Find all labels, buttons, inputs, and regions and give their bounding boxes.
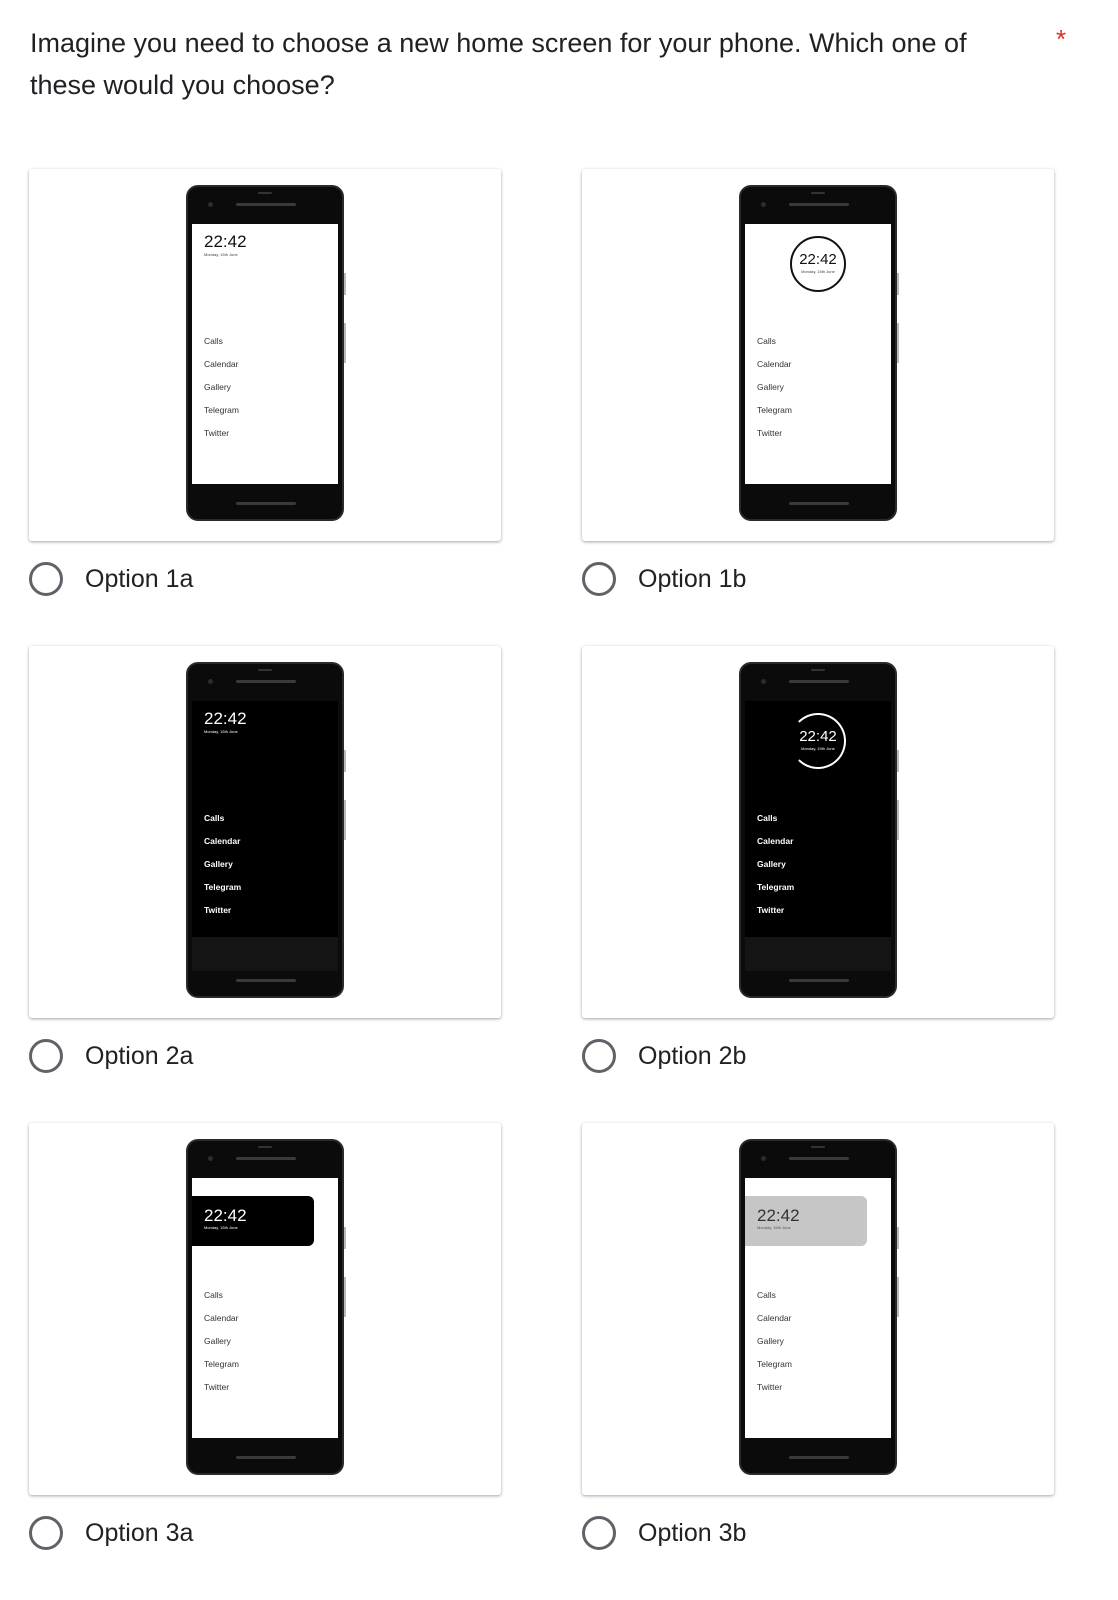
app-item: Gallery (757, 382, 784, 392)
app-item: Telegram (757, 882, 795, 892)
app-list: Calls Calendar Gallery Telegram Twitter (757, 330, 792, 445)
camera-icon (761, 679, 766, 684)
camera-icon (208, 202, 213, 207)
clock-time: 22:42 (204, 709, 247, 728)
option-2b-image-card[interactable]: 22:42 Monday, 15th June Calls Calendar G… (582, 646, 1054, 1018)
app-list: Calls Calendar Gallery Telegram Twitter (204, 1284, 239, 1399)
app-item: Calendar (204, 836, 241, 846)
radio-button[interactable] (582, 1039, 616, 1073)
option-label[interactable]: Option 1b (638, 564, 746, 594)
phone-mockup: 22:42 Monday, 15th June Calls Calendar G… (186, 185, 346, 521)
app-item: Twitter (204, 428, 230, 438)
option-label[interactable]: Option 2a (85, 1041, 193, 1071)
camera-icon (761, 1156, 766, 1161)
phone-screen: 22:42 Monday, 15th June Calls Calendar G… (745, 701, 891, 971)
phone-mockup: 22:42 Monday, 15th June Calls Calendar G… (739, 1139, 899, 1475)
app-item: Calendar (757, 1313, 792, 1323)
clock-time: 22:42 (799, 251, 837, 268)
app-item: Twitter (757, 905, 785, 915)
radio-button[interactable] (29, 1039, 63, 1073)
app-item: Gallery (204, 382, 231, 392)
app-item: Telegram (204, 405, 239, 415)
app-list: Calls Calendar Gallery Telegram Twitter (757, 807, 794, 922)
app-item: Calls (204, 336, 223, 346)
app-item: Calls (204, 1290, 223, 1300)
clock-date: Monday, 15th June (204, 252, 238, 257)
phone-screen: 22:42 Monday, 15th June Calls Calendar G… (192, 701, 338, 971)
option-label[interactable]: Option 1a (85, 564, 193, 594)
radio-button[interactable] (29, 562, 63, 596)
camera-icon (761, 202, 766, 207)
phone-screen: 22:42 Monday, 15th June Calls Calendar G… (745, 1178, 891, 1438)
app-item: Twitter (757, 428, 783, 438)
radio-button[interactable] (582, 562, 616, 596)
app-item: Gallery (757, 859, 786, 869)
radio-button[interactable] (29, 1516, 63, 1550)
app-item: Calls (757, 813, 778, 823)
app-item: Gallery (204, 859, 233, 869)
phone-mockup: 22:42 Monday, 15th June Calls Calendar G… (739, 185, 899, 521)
option-label[interactable]: Option 3a (85, 1518, 193, 1548)
clock-date: Monday, 15th June (204, 1225, 238, 1230)
phone-screen: 22:42 Monday, 15th June Calls Calendar G… (745, 224, 891, 484)
app-item: Calendar (204, 359, 239, 369)
clock-widget: 22:42 Monday, 15th June (745, 1196, 867, 1246)
question-title: Imagine you need to choose a new home sc… (30, 28, 967, 100)
app-list: Calls Calendar Gallery Telegram Twitter (204, 807, 241, 922)
phone-screen: 22:42 Monday, 15th June Calls Calendar G… (192, 1178, 338, 1438)
clock-date: Monday, 15th June (801, 269, 835, 274)
app-item: Telegram (204, 882, 242, 892)
app-item: Calls (757, 336, 776, 346)
option-3b-image-card[interactable]: 22:42 Monday, 15th June Calls Calendar G… (582, 1123, 1054, 1495)
option-3a-image-card[interactable]: 22:42 Monday, 15th June Calls Calendar G… (29, 1123, 501, 1495)
camera-icon (208, 1156, 213, 1161)
phone-mockup: 22:42 Monday, 15th June Calls Calendar G… (186, 1139, 346, 1475)
clock-time: 22:42 (799, 728, 837, 745)
app-list: Calls Calendar Gallery Telegram Twitter (204, 330, 239, 445)
app-item: Calls (757, 1290, 776, 1300)
option-2a-image-card[interactable]: 22:42 Monday, 15th June Calls Calendar G… (29, 646, 501, 1018)
app-item: Twitter (757, 1382, 783, 1392)
required-asterisk: * (1056, 24, 1067, 54)
phone-mockup: 22:42 Monday, 15th June Calls Calendar G… (739, 662, 899, 998)
app-item: Telegram (757, 405, 792, 415)
clock-date: Monday, 15th June (757, 1225, 791, 1230)
app-item: Gallery (757, 1336, 784, 1346)
app-item: Gallery (204, 1336, 231, 1346)
app-item: Calls (204, 813, 225, 823)
option-label[interactable]: Option 3b (638, 1518, 746, 1548)
app-item: Telegram (204, 1359, 239, 1369)
app-item: Calendar (757, 359, 792, 369)
clock-date: Monday, 15th June (204, 729, 238, 734)
clock-time: 22:42 (204, 1206, 247, 1225)
app-list: Calls Calendar Gallery Telegram Twitter (757, 1284, 792, 1399)
clock-date: Monday, 15th June (801, 746, 835, 751)
radio-button[interactable] (582, 1516, 616, 1550)
app-item: Telegram (757, 1359, 792, 1369)
app-item: Calendar (757, 836, 794, 846)
app-item: Calendar (204, 1313, 239, 1323)
app-item: Twitter (204, 1382, 230, 1392)
option-label[interactable]: Option 2b (638, 1041, 746, 1071)
clock-time: 22:42 (757, 1206, 800, 1225)
camera-icon (208, 679, 213, 684)
clock-time: 22:42 (204, 232, 247, 251)
phone-screen: 22:42 Monday, 15th June Calls Calendar G… (192, 224, 338, 484)
phone-mockup: 22:42 Monday, 15th June Calls Calendar G… (186, 662, 346, 998)
clock-widget: 22:42 Monday, 15th June (192, 1196, 314, 1246)
option-1b-image-card[interactable]: 22:42 Monday, 15th June Calls Calendar G… (582, 169, 1054, 541)
app-item: Twitter (204, 905, 232, 915)
option-1a-image-card[interactable]: 22:42 Monday, 15th June Calls Calendar G… (29, 169, 501, 541)
